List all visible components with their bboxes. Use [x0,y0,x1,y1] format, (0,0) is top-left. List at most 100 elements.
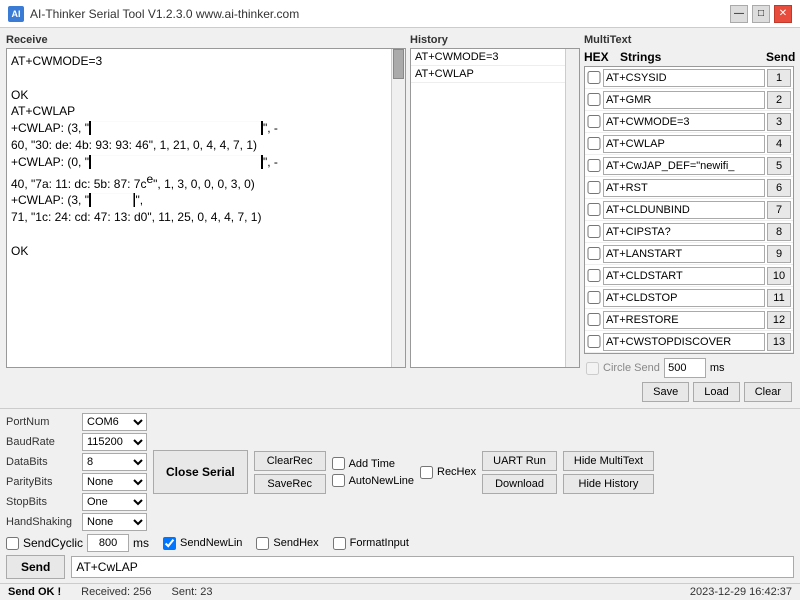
title-bar: AI AI-Thinker Serial Tool V1.2.3.0 www.a… [0,0,800,28]
mt-row-input[interactable] [603,223,765,241]
mt-row-input[interactable] [603,69,765,87]
addtime-checkbox[interactable] [332,457,345,470]
mt-row-checkbox[interactable] [587,93,601,106]
mt-row: 8 [585,221,793,243]
history-item[interactable]: AT+CWLAP [411,66,565,83]
sendcyclic-checkbox[interactable] [6,537,19,550]
paritybits-label: ParityBits [6,476,78,488]
sendcyclic-label: SendCyclic [23,536,83,550]
mt-row: 5 [585,155,793,177]
mt-send-btn-7[interactable]: 7 [767,201,791,219]
rechex-label: RecHex [437,466,476,478]
history-item[interactable]: AT+CWMODE=3 [411,49,565,66]
handshaking-select[interactable]: None [82,513,147,531]
ctrl-row2: SendCyclic ms SendNewLin SendHex FormatI… [6,534,794,552]
mt-row-input[interactable] [603,157,765,175]
mt-row-input[interactable] [603,201,765,219]
mt-row-checkbox[interactable] [587,313,601,326]
formatinput-checkbox[interactable] [333,537,346,550]
sendnewlin-checkbox[interactable] [163,537,176,550]
stopbits-label: StopBits [6,496,78,508]
sendhex-label: SendHex [273,537,318,549]
mt-row-input[interactable] [603,113,765,131]
app-title: AI-Thinker Serial Tool V1.2.3.0 www.ai-t… [30,7,299,21]
mt-row-checkbox[interactable] [587,203,601,216]
uartrun-button[interactable]: UART Run [482,451,557,471]
mt-row-checkbox[interactable] [587,137,601,150]
portnum-select[interactable]: COM6 [82,413,147,431]
mt-send-btn-8[interactable]: 8 [767,223,791,241]
download-button[interactable]: Download [482,474,557,494]
mt-row-input[interactable] [603,289,765,307]
receive-scrollbar[interactable] [391,49,405,367]
mt-row: 11 [585,287,793,309]
mt-row-input[interactable] [603,311,765,329]
datetime-status: 2023-12-29 16:42:37 [690,586,792,598]
mt-send-btn-6[interactable]: 6 [767,179,791,197]
mt-row-checkbox[interactable] [587,181,601,194]
load-button[interactable]: Load [693,382,739,402]
mt-send-btn-11[interactable]: 11 [767,289,791,307]
mt-row-checkbox[interactable] [587,269,601,282]
mt-send-btn-9[interactable]: 9 [767,245,791,263]
mt-send-btn-12[interactable]: 12 [767,311,791,329]
autonewline-checkbox[interactable] [332,474,345,487]
rechex-checkbox[interactable] [420,466,433,479]
mt-row-input[interactable] [603,91,765,109]
history-label: History [410,34,580,46]
mt-row-input[interactable] [603,179,765,197]
mt-send-btn-10[interactable]: 10 [767,267,791,285]
mt-row: 4 [585,133,793,155]
mt-send-btn-5[interactable]: 5 [767,157,791,175]
circle-send-checkbox[interactable] [586,362,599,375]
mt-row-input[interactable] [603,245,765,263]
mt-row: 10 [585,265,793,287]
mt-action-row: Save Load Clear [584,380,794,404]
sendhex-checkbox[interactable] [256,537,269,550]
app-icon: AI [8,6,24,22]
databits-select[interactable]: 8 [82,453,147,471]
paritybits-select[interactable]: None [82,473,147,491]
minimize-button[interactable]: — [730,5,748,23]
clear-button[interactable]: Clear [744,382,792,402]
mt-send-btn-13[interactable]: 13 [767,333,791,351]
close-serial-button[interactable]: Close Serial [153,450,248,494]
mt-row-input[interactable] [603,135,765,153]
sent-status: Sent: 23 [172,586,213,598]
mt-row-checkbox[interactable] [587,335,601,348]
mt-send-btn-1[interactable]: 1 [767,69,791,87]
mt-row-checkbox[interactable] [587,115,601,128]
clearrec-button[interactable]: ClearRec [254,451,326,471]
hide-history-button[interactable]: Hide History [563,474,654,494]
maximize-button[interactable]: □ [752,5,770,23]
mt-row-checkbox[interactable] [587,291,601,304]
save-button[interactable]: Save [642,382,689,402]
mt-send-btn-2[interactable]: 2 [767,91,791,109]
receive-scroll-thumb [393,49,404,79]
hide-multitext-button[interactable]: Hide MultiText [563,451,654,471]
mt-send-btn-4[interactable]: 4 [767,135,791,153]
mt-row-checkbox[interactable] [587,247,601,260]
mt-send-btn-3[interactable]: 3 [767,113,791,131]
mt-row-input[interactable] [603,267,765,285]
cyclic-ms-input[interactable] [87,534,129,552]
circle-send-label: Circle Send [603,362,660,374]
receive-line: AT+CWLAP [11,103,387,120]
mt-row-checkbox[interactable] [587,159,601,172]
close-button[interactable]: ✕ [774,5,792,23]
saverec-button[interactable]: SaveRec [254,474,326,494]
right-btns: UART Run Download [482,451,557,494]
receive-panel: Receive AT+CWMODE=3 OK AT+CWLAP +CWLAP: … [6,34,406,404]
mt-row: 7 [585,199,793,221]
ctrl-row3: Send [6,555,794,579]
mt-row-checkbox[interactable] [587,225,601,238]
baudrate-select[interactable]: 115200 [82,433,147,451]
circle-send-input[interactable] [664,358,706,378]
stopbits-select[interactable]: One [82,493,147,511]
history-scrollbar[interactable] [565,49,579,367]
send-button[interactable]: Send [6,555,65,579]
mt-strings-col-label: Strings [602,50,764,64]
receive-line: AT+CWMODE=3 [11,53,387,70]
mt-row-input[interactable] [603,333,765,351]
mt-row-checkbox[interactable] [587,71,601,84]
